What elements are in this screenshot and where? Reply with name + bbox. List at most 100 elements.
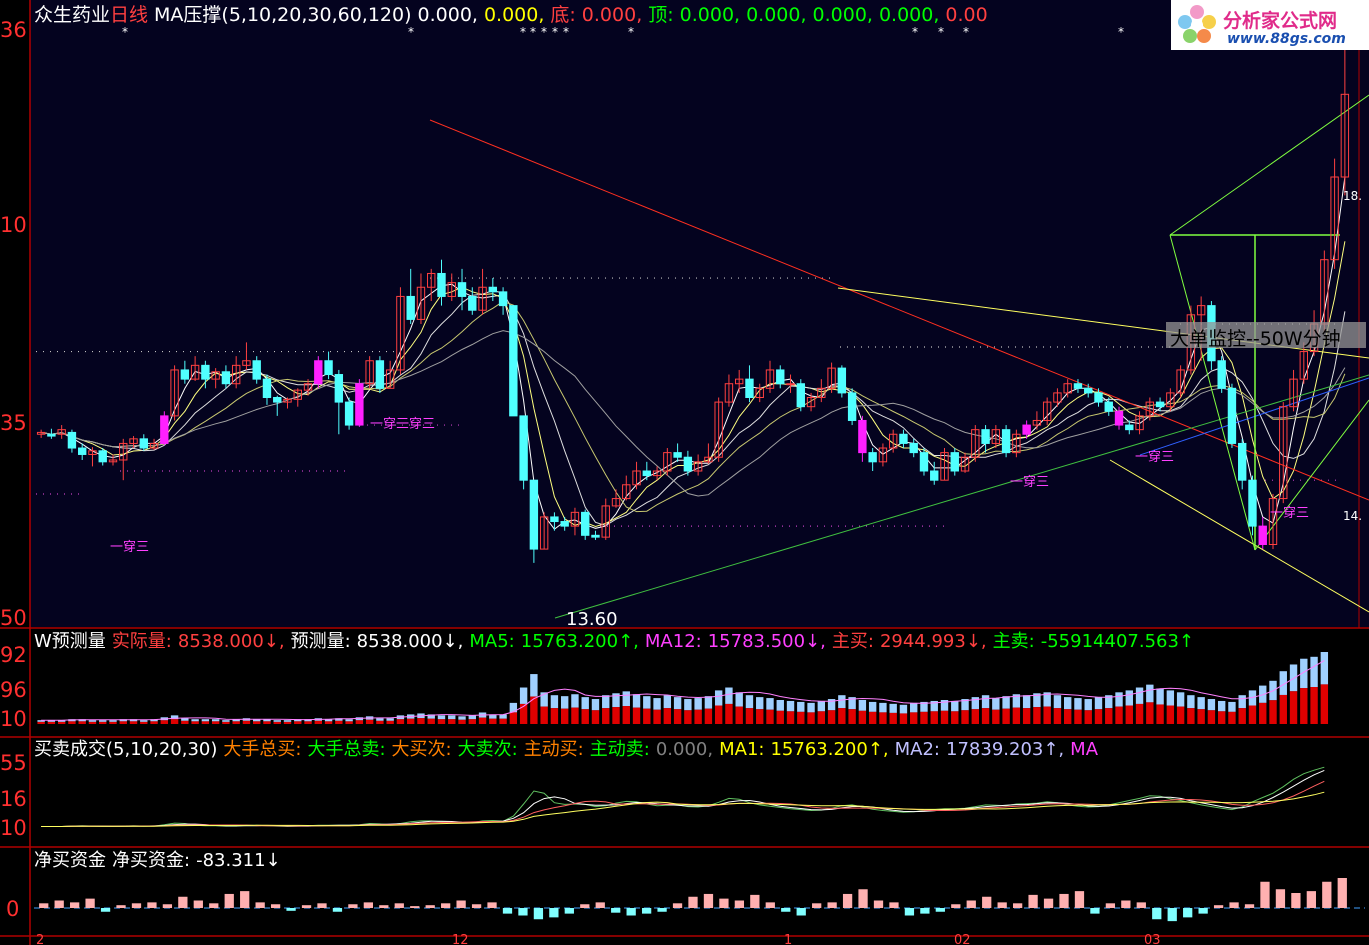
candle-body — [98, 450, 107, 463]
net-buy-bar — [224, 893, 234, 908]
net-buy-bar — [162, 904, 173, 908]
volume-bar-buy — [632, 707, 641, 724]
net-buy-bar — [116, 905, 126, 908]
volume-bar-sell — [530, 674, 538, 697]
net-buy-bar — [70, 902, 80, 908]
candle-body — [180, 369, 190, 380]
net-panel-title[interactable]: 净买资金 — [34, 850, 106, 871]
net-buy-bar — [1136, 902, 1146, 908]
pattern-label-5: 一穿三 — [1135, 450, 1175, 465]
volume-bar-sell — [910, 702, 918, 713]
volume-panel-title[interactable]: W预测量 — [34, 631, 106, 652]
price-axis-label-35: 35 — [0, 411, 27, 435]
volume-bar-sell — [868, 701, 877, 712]
trade-axis-label-1: 55 — [0, 751, 27, 775]
volume-item-value: 2944.993↓, — [879, 631, 987, 652]
candle-body — [581, 511, 590, 536]
volume-bar-buy — [119, 721, 127, 724]
flower-logo-icon — [1178, 5, 1216, 43]
top-value-2: 0.000, — [746, 4, 807, 26]
candle-body — [1125, 424, 1134, 431]
candle-body — [334, 374, 344, 403]
volume-bar-sell — [1187, 695, 1195, 709]
volume-bar-sell — [550, 695, 559, 709]
top-value-1: 0.000, — [679, 4, 741, 26]
volume-bar-sell — [1022, 695, 1031, 709]
net-axis-label-0: 0 — [6, 897, 20, 921]
net-buy-bar — [1306, 891, 1316, 908]
candle-body — [899, 433, 908, 444]
net-buy-bar — [1043, 898, 1054, 908]
net-buy-bar — [85, 898, 95, 908]
volume-bar-buy — [211, 721, 220, 724]
net-buy-bar — [1229, 902, 1239, 908]
net-buy-bar — [564, 908, 574, 914]
volume-bar-buy — [57, 721, 66, 724]
volume-bar-buy — [827, 710, 836, 724]
indicator-name[interactable]: MA压撑(5,10,20,30,60,120) — [154, 4, 411, 26]
volume-bar-buy — [602, 708, 610, 724]
volume-item-value: 15763.200↑, — [520, 631, 639, 652]
volume-bar-sell — [981, 695, 990, 709]
volume-bar-sell — [201, 719, 210, 722]
candle-body — [406, 295, 415, 320]
volume-bar-buy — [951, 711, 959, 724]
candle-body — [324, 360, 333, 376]
volume-bar-buy — [1105, 708, 1113, 724]
trade-panel-header: 买卖成交(5,10,20,30) 大手总买: 大手总卖: 大买次: 大卖次: 主动买: 主动… — [34, 741, 1110, 759]
volume-bar-sell — [140, 720, 148, 722]
volume-bar-sell — [109, 720, 117, 722]
volume-bar-sell — [581, 697, 589, 710]
net-buy-bar — [1183, 908, 1193, 918]
volume-bar-buy — [1033, 707, 1041, 724]
candle-body — [457, 282, 467, 297]
volume-bar-buy — [1207, 710, 1216, 724]
volume-bar-sell — [602, 695, 610, 709]
price-axis-label-50: 50 — [0, 606, 27, 630]
net-buy-bar — [441, 903, 451, 908]
volume-bar-buy — [283, 721, 292, 724]
volume-bar-buy — [622, 706, 630, 724]
volume-bar-buy — [714, 705, 723, 724]
trade-panel-title[interactable]: 买卖成交(5,10,20,30) — [34, 739, 217, 760]
net-buy-bar — [734, 900, 745, 908]
volume-bar-buy — [314, 720, 323, 724]
volume-bar-sell — [386, 718, 394, 721]
net-buy-bar — [796, 908, 806, 916]
volume-bar-sell — [951, 700, 959, 712]
volume-bar-buy — [1115, 706, 1123, 724]
site-logo[interactable]: 分析家公式网 www.88gs.com — [1171, 0, 1369, 50]
volume-bar-buy — [560, 708, 569, 724]
net-buy-bar — [178, 896, 188, 908]
volume-bar-buy — [335, 720, 343, 724]
net-buy-bar — [379, 905, 389, 908]
volume-bar-buy — [1094, 709, 1103, 724]
volume-item-label: 实际量: — [111, 631, 172, 652]
chart-canvas[interactable]: * * * * * * * * * * * * — [0, 0, 1369, 945]
volume-bar-buy — [1022, 708, 1031, 724]
pattern-label-4: 一穿三 — [1010, 475, 1050, 490]
indicator-value-2: 0.000, — [483, 4, 545, 26]
volume-bar-buy — [817, 711, 826, 724]
volume-bar-sell — [191, 719, 199, 722]
trade-item: 17839.203↑, — [946, 739, 1065, 760]
volume-bar-buy — [365, 719, 374, 724]
volume-bar-buy — [1238, 708, 1246, 724]
volume-bar-buy — [417, 718, 425, 724]
candle-body — [437, 272, 446, 297]
volume-bar-buy — [745, 708, 754, 724]
period-label[interactable]: 日线 — [110, 4, 148, 26]
candle-body — [1094, 392, 1103, 403]
bottom-value: 0.000, — [581, 4, 643, 26]
volume-bar-sell — [273, 720, 281, 722]
candle-body — [1104, 401, 1113, 412]
big-order-monitor-popup[interactable]: 大单监控--50W分钟 — [1166, 322, 1366, 350]
volume-bar-sell — [560, 696, 569, 709]
volume-bar-sell — [776, 700, 784, 711]
volume-bar-sell — [1238, 695, 1246, 709]
net-buy-bar — [703, 893, 714, 908]
net-buy-bar — [240, 891, 250, 908]
volume-bar-buy — [68, 721, 76, 724]
candle-body — [1001, 429, 1011, 454]
candle-body — [550, 516, 559, 523]
